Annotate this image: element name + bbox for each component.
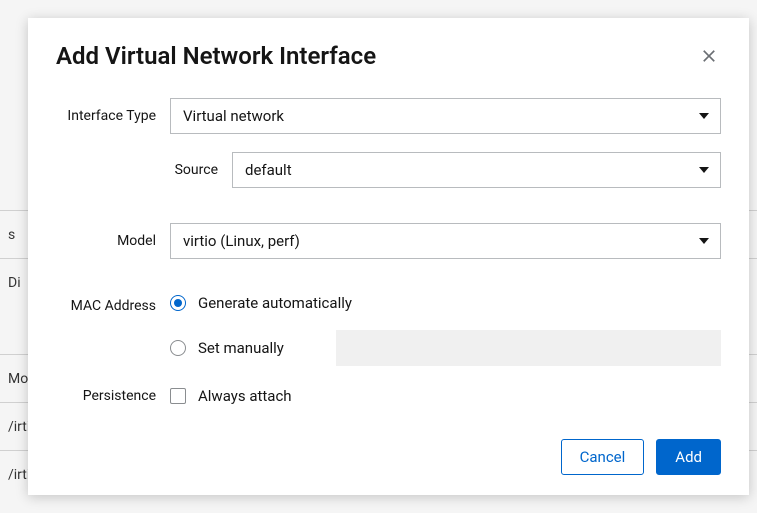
persistence-label: Persistence [56,388,170,404]
model-select[interactable]: virtio (Linux, perf) [170,223,721,259]
mac-manual-input[interactable] [336,330,721,366]
interface-type-select[interactable]: Virtual network [170,98,721,134]
interface-type-row: Interface Type Virtual network [56,98,721,134]
always-attach-label[interactable]: Always attach [198,387,292,405]
interface-type-value: Virtual network [183,107,284,125]
mac-generate-radio[interactable] [170,295,186,311]
cancel-button[interactable]: Cancel [561,439,645,475]
mac-address-label: MAC Address [56,294,170,314]
mac-address-row: MAC Address Generate automatically Set m… [56,294,721,366]
source-value: default [245,161,292,179]
source-row: Source default [56,152,721,188]
interface-type-label: Interface Type [56,108,170,124]
dialog-header: Add Virtual Network Interface [56,42,721,70]
mac-generate-label[interactable]: Generate automatically [198,294,352,312]
model-value: virtio (Linux, perf) [183,232,300,250]
add-network-interface-dialog: Add Virtual Network Interface Interface … [28,18,749,495]
model-row: Model virtio (Linux, perf) [56,223,721,259]
mac-manual-radio[interactable] [170,340,186,356]
always-attach-checkbox[interactable] [170,388,186,404]
dialog-title: Add Virtual Network Interface [56,42,376,70]
source-label: Source [56,162,232,178]
model-label: Model [56,233,170,249]
persistence-row: Persistence Always attach [56,387,721,405]
mac-manual-label[interactable]: Set manually [198,339,284,357]
dialog-footer: Cancel Add [56,419,721,475]
add-button[interactable]: Add [656,439,721,475]
close-icon[interactable] [697,44,721,68]
source-select[interactable]: default [232,152,721,188]
